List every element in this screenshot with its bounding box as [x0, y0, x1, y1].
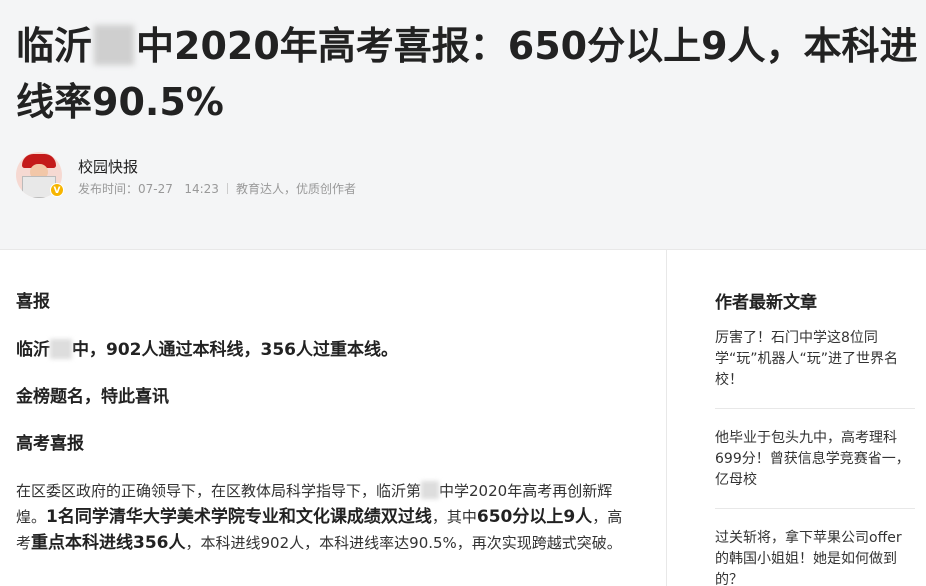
verified-badge-icon: V: [50, 183, 64, 197]
publish-date: 07-27: [138, 182, 173, 196]
paragraph-heading: 临沂 中，902人通过本科线，356人过重本线。: [16, 338, 398, 362]
publish-time: 14:23: [184, 182, 219, 196]
article-header: 临沂 中2020年高考喜报：650分以上9人，本科进线率90.5% V 校园快报 …: [0, 0, 926, 250]
author-name[interactable]: 校园快报: [78, 156, 138, 177]
divider: [715, 508, 915, 509]
redacted-blur: [50, 339, 72, 359]
text-part: ，本科进线902人，本科进线率达90.5%，再次实现跨越式突破。: [185, 534, 622, 552]
text-part: 临沂: [16, 340, 50, 360]
article-title: 临沂 中2020年高考喜报：650分以上9人，本科进线率90.5%: [16, 18, 921, 130]
bold-text: 650分以上9人: [476, 507, 593, 527]
paragraph-heading: 高考喜报: [16, 434, 84, 454]
text-part: 中，902人通过本科线，356人过重本线。: [72, 340, 398, 360]
publish-label: 发布时间：: [78, 182, 139, 196]
redacted-blur: [94, 25, 135, 65]
column-divider: [666, 250, 667, 586]
title-part: 中2020年高考喜报：650分以上9人，本科进线率90.5%: [16, 24, 918, 124]
divider: [715, 408, 915, 409]
sidebar-article-link[interactable]: 厉害了！石门中学这8位同学“玩”机器人“玩”进了世界名校！: [715, 328, 915, 391]
bold-text: 1名同学清华大学美术学院专业和文化课成绩双过线: [46, 507, 432, 527]
text-part: 在区委区政府的正确领导下，在区教体局科学指导下，临沂第: [16, 482, 422, 500]
publish-meta: 发布时间：07-27 14:23 教育达人，优质创作者: [78, 180, 356, 197]
text-part: ，其中: [431, 508, 477, 526]
sidebar-title: 作者最新文章: [715, 293, 817, 313]
title-part: 临沂: [16, 24, 93, 68]
paragraph-heading: 金榜题名，特此喜讯: [16, 387, 169, 407]
paragraph-heading: 喜报: [16, 292, 50, 312]
redacted-blur: [421, 481, 440, 499]
sidebar-article-link[interactable]: 过关斩将，拿下苹果公司offer的韩国小姐姐！她是如何做到的？: [715, 528, 915, 586]
bold-text: 重点本科进线356人: [31, 533, 186, 553]
author-tags: 教育达人，优质创作者: [235, 182, 356, 196]
sidebar-article-link[interactable]: 他毕业于包头九中，高考理科699分！曾获信息学竞赛省一，亿母校: [715, 428, 915, 491]
meta-divider: [226, 183, 228, 194]
paragraph: 在区委区政府的正确领导下，在区教体局科学指导下，临沂第 中学2020年高考再创新辉…: [16, 478, 624, 556]
